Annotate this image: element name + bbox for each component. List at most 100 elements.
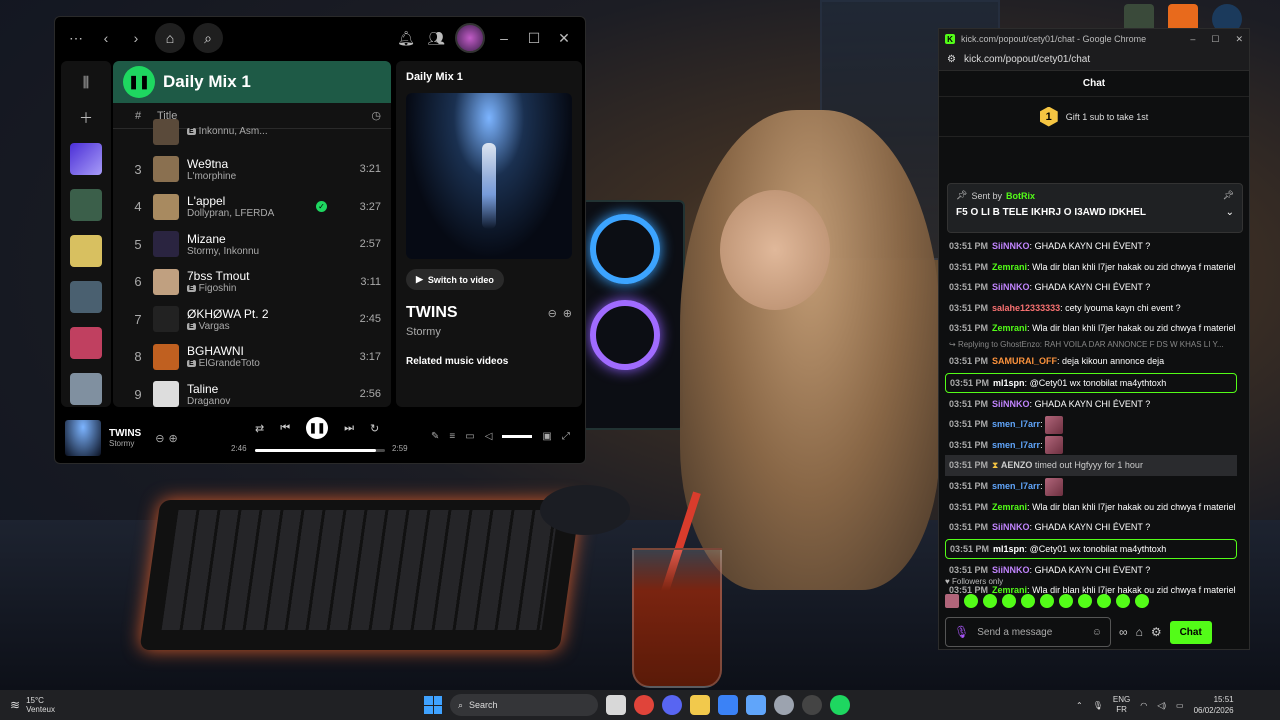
message-user[interactable]: SAMURAI_OFF <box>992 356 1057 366</box>
library-icon[interactable]: ⫼ <box>75 71 97 93</box>
track-row[interactable]: 8 BGHAWNI E ElGrandeToto 3:17 <box>113 338 391 376</box>
player-title[interactable]: TWINS <box>109 428 141 439</box>
emote-icon[interactable] <box>945 594 959 608</box>
message-user[interactable]: smen_l7arr <box>992 419 1040 429</box>
track-artist[interactable]: ElGrandeToto <box>199 358 260 369</box>
now-playing-title[interactable]: TWINS <box>406 304 458 322</box>
search-icon[interactable]: ⌕ <box>193 23 223 53</box>
lang-primary[interactable]: ENG <box>1113 695 1130 705</box>
message-user[interactable]: ml1spn <box>993 378 1025 388</box>
track-row[interactable]: 6 7bss Tmout E Figoshin 3:11 <box>113 263 391 301</box>
track-name[interactable]: BGHAWNI <box>187 344 341 358</box>
spotify-icon[interactable] <box>830 695 850 715</box>
file-explorer-icon[interactable] <box>690 695 710 715</box>
player-artist[interactable]: Stormy <box>109 439 141 448</box>
miniplayer-icon[interactable]: ▣ <box>542 431 551 442</box>
track-name[interactable]: Mizane <box>187 232 341 246</box>
app-icon[interactable] <box>718 695 738 715</box>
track-artist[interactable]: L'morphine <box>187 171 236 182</box>
track-row[interactable]: 7 ØKHØWA Pt. 2 E Vargas 2:45 <box>113 301 391 339</box>
volume-slider[interactable] <box>502 435 533 438</box>
chat-input[interactable]: 🎙︎ Send a message ☺ <box>945 617 1111 647</box>
emote-icon[interactable] <box>1097 594 1111 608</box>
minimize-icon[interactable]: – <box>1190 34 1195 44</box>
message-user[interactable]: SiiNNKO <box>992 399 1030 409</box>
playlist-thumb[interactable] <box>70 373 102 405</box>
volume-icon[interactable]: ◁ <box>485 431 493 442</box>
playlist-thumb[interactable] <box>70 235 102 267</box>
chat-message[interactable]: 03:51 PM smen_l7arr: <box>939 435 1243 456</box>
windows-start-icon[interactable] <box>424 696 442 714</box>
fullscreen-icon[interactable]: ⤢ <box>562 431 570 442</box>
chat-message[interactable]: 03:51 PM ml1spn: @Cety01 wx tonobilat ma4… <box>945 538 1237 559</box>
chat-message[interactable]: 03:51 PM SiiNNKO: GHADA KAYN CHI ÉVENT ? <box>939 236 1243 257</box>
next-icon[interactable]: ⏭ <box>344 422 354 435</box>
app-icon[interactable] <box>802 695 822 715</box>
track-artist[interactable]: Figoshin <box>199 283 237 294</box>
menu-icon[interactable]: ⋯ <box>65 27 87 49</box>
previous-icon[interactable]: ⏮ <box>280 422 290 435</box>
home-icon[interactable]: ⌂ <box>155 23 185 53</box>
bell-icon[interactable]: 🔔︎ <box>395 27 417 49</box>
chrome-icon[interactable] <box>634 695 654 715</box>
maximize-icon[interactable]: ☐ <box>1211 34 1219 45</box>
message-user[interactable]: Zemrani <box>992 262 1027 272</box>
liked-songs-thumb[interactable] <box>70 143 102 175</box>
chat-message[interactable]: 03:51 PM salahe12333333: cety lyouma kayn… <box>939 298 1243 319</box>
chat-message[interactable]: 03:51 PM Zemrani: Wla dir blan khli l7jer… <box>939 497 1243 518</box>
emote-icon[interactable] <box>1021 594 1035 608</box>
chevron-down-icon[interactable]: ⌄ <box>1226 207 1234 218</box>
address-bar[interactable]: ⚙ kick.com/popout/cety01/chat <box>939 49 1249 71</box>
lyrics-icon[interactable]: ✎ <box>431 431 439 442</box>
track-name[interactable]: We9tna <box>187 157 341 171</box>
playlist-thumb[interactable] <box>70 327 102 359</box>
now-playing-artist[interactable]: Stormy <box>406 326 572 338</box>
track-name[interactable]: L'appel <box>187 194 316 208</box>
message-user[interactable]: SiiNNKO <box>992 282 1030 292</box>
message-user[interactable]: ml1spn <box>993 544 1025 554</box>
photos-icon[interactable] <box>746 695 766 715</box>
discord-icon[interactable] <box>662 695 682 715</box>
close-icon[interactable]: ✕ <box>553 27 575 49</box>
add-icon[interactable]: ＋ <box>75 107 97 129</box>
shuffle-icon[interactable]: ⇄ <box>255 422 264 435</box>
device-icon[interactable]: ▭ <box>465 431 474 442</box>
volume-icon[interactable]: ◁) <box>1157 701 1166 710</box>
chat-message[interactable]: 03:51 PM ⧗ AENZO timed out Hgfyyy for 1 h… <box>945 455 1237 476</box>
emote-icon[interactable] <box>964 594 978 608</box>
settings-icon[interactable]: ⚙ <box>1151 625 1162 639</box>
chat-send-button[interactable]: Chat <box>1169 620 1212 644</box>
progress-bar[interactable] <box>255 449 385 452</box>
emote-icon[interactable] <box>1116 594 1130 608</box>
chevron-up-icon[interactable]: ⌃ <box>1076 701 1083 710</box>
message-user[interactable]: smen_l7arr <box>992 481 1040 491</box>
url-text[interactable]: kick.com/popout/cety01/chat <box>964 54 1090 65</box>
chat-message[interactable]: 03:51 PM Zemrani: Wla dir blan khli l7jer… <box>939 257 1243 278</box>
track-name[interactable]: Taline <box>187 382 341 396</box>
track-name[interactable]: ØKHØWA Pt. 2 <box>187 307 341 321</box>
close-icon[interactable]: ✕ <box>1235 34 1243 45</box>
gift-banner[interactable]: 1 Gift 1 sub to take 1st <box>939 97 1249 137</box>
taskbar-search[interactable]: ⌕ Search <box>450 694 598 716</box>
avatar[interactable] <box>455 23 485 53</box>
battery-icon[interactable]: ▭ <box>1176 701 1184 710</box>
add-to-playlist-icon[interactable]: ⊕ <box>563 307 572 320</box>
chat-message[interactable]: 03:51 PM smen_l7arr: <box>939 476 1243 497</box>
chat-message[interactable]: 03:51 PM SiiNNKO: GHADA KAYN CHI ÉVENT ? <box>939 394 1243 415</box>
playlist-thumb[interactable] <box>70 281 102 313</box>
pinned-sender[interactable]: BotRix <box>1006 191 1035 201</box>
lang-secondary[interactable]: FR <box>1113 705 1130 715</box>
message-user[interactable]: SiiNNKO <box>992 522 1030 532</box>
mic-icon[interactable]: 🎙︎ <box>954 625 969 639</box>
emote-icon[interactable] <box>1135 594 1149 608</box>
chat-message[interactable]: 03:51 PM ml1spn: @Cety01 wx tonobilat ma4… <box>945 372 1237 393</box>
weather-widget[interactable]: ≋ 15°C Venteux <box>10 696 55 714</box>
remove-icon[interactable]: ⊖ <box>155 432 164 445</box>
chat-message[interactable]: 03:51 PM SiiNNKO: GHADA KAYN CHI ÉVENT ? <box>939 517 1243 538</box>
repeat-icon[interactable]: ↻ <box>370 422 379 435</box>
clock[interactable]: 15:51 06/02/2026 <box>1194 694 1234 716</box>
message-user[interactable]: Zemrani <box>992 323 1027 333</box>
settings-icon[interactable] <box>774 695 794 715</box>
emote-icon[interactable] <box>983 594 997 608</box>
unpin-icon[interactable]: 📌︎ <box>1223 190 1234 201</box>
